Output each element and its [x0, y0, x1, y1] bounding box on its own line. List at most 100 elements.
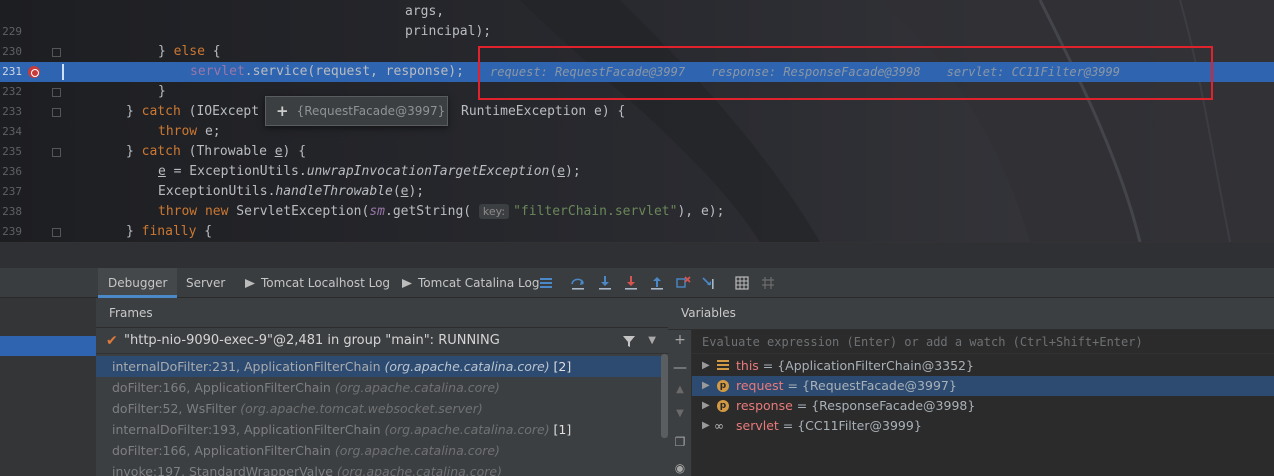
evaluate-expression-input[interactable]: Evaluate expression (Enter) or add a wat… [692, 330, 1274, 354]
restore-layout-icon[interactable] [538, 275, 554, 291]
frame-package: (org.apache.catalina.core) [384, 359, 550, 374]
line-number[interactable]: 232 [0, 82, 22, 102]
frame-method: internalDoFilter:231, ApplicationFilterC… [112, 359, 385, 374]
chevron-down-icon[interactable]: ▼ [648, 328, 656, 354]
tab-tomcat-localhost-log[interactable]: Tomcat Localhost Log [235, 268, 400, 298]
variable-row[interactable]: ▶ p request = {RequestFacade@3997} [692, 376, 1274, 396]
expand-arrow-icon[interactable]: ▶ [702, 416, 710, 436]
line-number[interactable]: 237 [0, 182, 22, 202]
variable-value: = {CC11Filter@3999} [778, 418, 922, 433]
expand-arrow-icon[interactable]: ▶ [702, 376, 710, 396]
step-into-icon[interactable] [597, 275, 613, 291]
drop-frame-icon[interactable] [675, 275, 691, 291]
variable-row[interactable]: ▶ p response = {ResponseFacade@3998} [692, 396, 1274, 416]
duplicate-icon[interactable]: ❐ [672, 434, 688, 450]
code-line[interactable]: 237 ExceptionUtils.handleThrowable(e); [0, 182, 1274, 202]
line-number[interactable]: 238 [0, 202, 22, 222]
fold-marker-icon[interactable] [52, 148, 61, 157]
stack-frame[interactable]: invoke:197, StandardWrapperValve (org.ap… [96, 461, 662, 476]
line-number[interactable]: 234 [0, 122, 22, 142]
tab-tomcat-catalina-log[interactable]: Tomcat Catalina Log [392, 268, 549, 298]
expand-arrow-icon[interactable]: ▶ [702, 356, 710, 376]
line-number[interactable]: 239 [0, 222, 22, 242]
code-line[interactable]: 233} catch (IOExcept RuntimeException e) … [0, 102, 1274, 122]
tab-label: Debugger [108, 276, 168, 290]
variable-row[interactable]: ▶ this = {ApplicationFilterChain@3352} [692, 356, 1274, 376]
frame-package: (org.apache.catalina.core) [336, 464, 502, 476]
code-line[interactable]: 236 e = ExceptionUtils.unwrapInvocationTa… [0, 162, 1274, 182]
run-to-cursor-icon[interactable] [701, 275, 717, 291]
code-editor[interactable]: args, 229 principal); 230} else {231 servlet… [0, 0, 1274, 242]
line-number[interactable]: 236 [0, 162, 22, 182]
thread-selector[interactable]: ✔ "http-nio-9090-exec-9"@2,481 in group … [96, 328, 668, 354]
thread-label: "http-nio-9090-exec-9"@2,481 in group "m… [124, 333, 500, 348]
text-caret [62, 64, 64, 80]
code-text: ExceptionUtils.handleThrowable(e); [158, 184, 425, 199]
force-step-into-icon[interactable] [623, 275, 639, 291]
breakpoint-icon[interactable] [28, 66, 40, 78]
frame-recursion-count: [1] [549, 422, 572, 437]
line-number[interactable]: 230 [0, 42, 22, 62]
variable-text: servlet = {CC11Filter@3999} [736, 416, 922, 436]
filter-icon[interactable] [622, 334, 636, 348]
stack-frame[interactable]: doFilter:52, WsFilter (org.apache.tomcat… [96, 398, 662, 419]
code-line[interactable]: 235 } catch (Throwable e) { [0, 142, 1274, 162]
evaluate-expression-icon[interactable] [734, 275, 750, 291]
variable-value: = {ApplicationFilterChain@3352} [758, 358, 974, 373]
variables-panel: Evaluate expression (Enter) or add a wat… [692, 330, 1274, 476]
field-lines-icon [717, 360, 729, 372]
frame-method: invoke:197, StandardWrapperValve [112, 464, 337, 476]
line-number[interactable]: 231 [0, 62, 22, 82]
variable-text: response = {ResponseFacade@3998} [736, 396, 975, 416]
expand-arrow-icon[interactable]: ▶ [702, 396, 710, 416]
expand-plus-icon[interactable]: + [276, 102, 289, 120]
value-tooltip-popup[interactable]: + {RequestFacade@3997} [265, 96, 448, 126]
step-out-icon[interactable] [649, 275, 665, 291]
code-line[interactable]: 234 throw e; [0, 122, 1274, 142]
fold-marker-icon[interactable] [52, 228, 61, 237]
code-text: throw e; [158, 124, 221, 139]
line-number[interactable]: 233 [0, 102, 22, 122]
code-text: throw new ServletException(sm.getString(… [158, 204, 725, 219]
step-over-icon[interactable] [570, 275, 586, 291]
stack-frame[interactable]: internalDoFilter:193, ApplicationFilterC… [96, 419, 662, 440]
variable-name: servlet [736, 418, 779, 433]
fold-marker-icon[interactable] [52, 88, 61, 97]
trace-stream-icon[interactable] [760, 275, 776, 291]
fold-marker-icon[interactable] [52, 108, 61, 117]
stack-frame[interactable]: doFilter:166, ApplicationFilterChain (or… [96, 440, 662, 461]
frames-panel: Frames ✔ "http-nio-9090-exec-9"@2,481 in… [96, 298, 668, 476]
fold-marker-icon[interactable] [52, 48, 61, 57]
tab-server[interactable]: Server [176, 268, 235, 298]
frame-package: (org.apache.catalina.core) [334, 380, 500, 395]
tab-debugger[interactable]: Debugger [98, 268, 178, 298]
selected-session-row[interactable] [0, 336, 96, 356]
remove-watch-icon[interactable]: — [672, 360, 688, 376]
frame-method: doFilter:166, ApplicationFilterChain [112, 380, 335, 395]
stack-frame[interactable]: internalDoFilter:231, ApplicationFilterC… [96, 356, 662, 377]
variable-name: this [736, 358, 759, 373]
code-text: } finally { [126, 224, 213, 239]
debug-tab-bar: Debugger Server Tomcat Localhost Log Tom… [0, 268, 1274, 298]
code-line[interactable]: 239 } finally { [0, 222, 1274, 242]
stack-frame[interactable]: doFilter:166, ApplicationFilterChain (or… [96, 377, 662, 398]
eye-icon[interactable]: ◉ [672, 460, 688, 476]
frame-recursion-count: [2] [549, 359, 572, 374]
watch-glasses-icon: ∞ [714, 419, 724, 433]
frame-package: (org.apache.tomcat.websocket.server) [240, 401, 483, 416]
check-icon: ✔ [106, 333, 118, 349]
move-down-icon[interactable]: ▼ [672, 406, 688, 422]
code-text: servlet.service(request, response); [190, 64, 464, 79]
code-line[interactable]: 238 throw new ServletException(sm.getStri… [0, 202, 1274, 222]
code-line[interactable]: args, [0, 2, 1274, 22]
line-number[interactable]: 235 [0, 142, 22, 162]
variable-value: = {RequestFacade@3997} [783, 378, 957, 393]
move-up-icon[interactable]: ▲ [672, 382, 688, 398]
code-line[interactable]: 229 principal); [0, 22, 1274, 42]
add-watch-icon[interactable]: + [672, 332, 688, 348]
frame-package: (org.apache.catalina.core) [334, 443, 500, 458]
code-text: } catch (Throwable e) { [126, 144, 307, 159]
line-number[interactable]: 229 [0, 22, 22, 42]
variable-row[interactable]: ▶ ∞ servlet = {CC11Filter@3999} [692, 416, 1274, 436]
frames-scrollbar[interactable] [661, 354, 668, 438]
